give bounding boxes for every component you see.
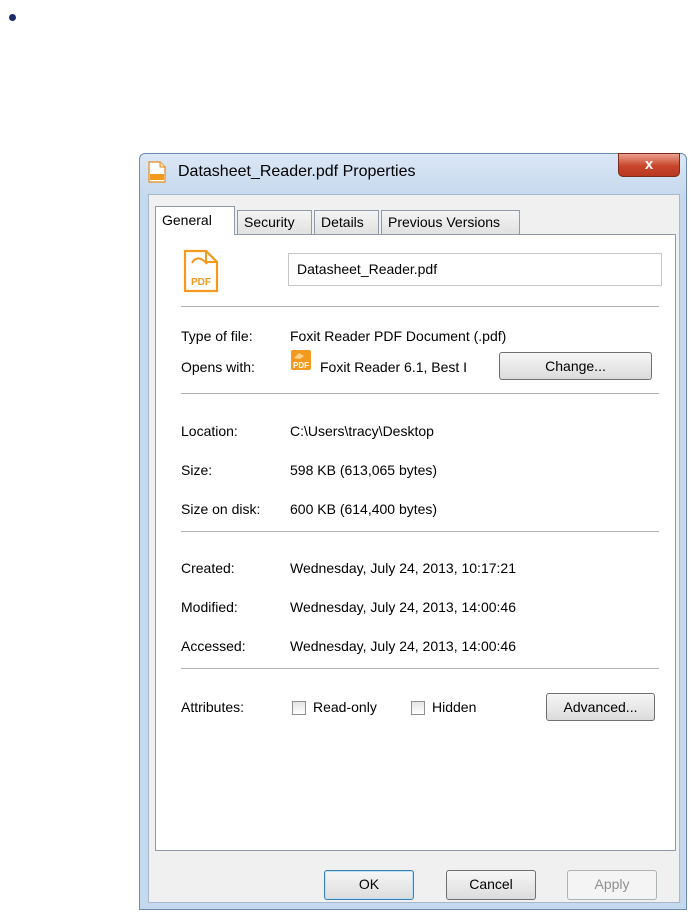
opens-with-label: Opens with:	[181, 359, 255, 375]
accessed-label: Accessed:	[181, 638, 246, 654]
svg-text:PDF: PDF	[293, 361, 309, 370]
change-button[interactable]: Change...	[499, 352, 652, 380]
read-only-label[interactable]: Read-only	[313, 699, 377, 715]
size-on-disk-value: 600 KB (614,400 bytes)	[290, 501, 438, 517]
tab-security[interactable]: Security	[237, 210, 312, 234]
window-title: Datasheet_Reader.pdf Properties	[178, 163, 416, 180]
tab-general[interactable]: General	[155, 206, 235, 235]
size-value: 598 KB (613,065 bytes)	[290, 462, 438, 478]
size-label: Size:	[181, 462, 213, 478]
divider	[181, 393, 659, 394]
tab-previous-versions[interactable]: Previous Versions	[381, 210, 520, 234]
type-of-file-value: Foxit Reader PDF Document (.pdf)	[290, 328, 507, 344]
hidden-label[interactable]: Hidden	[432, 699, 476, 715]
created-value: Wednesday, July 24, 2013, 10:17:21	[290, 560, 516, 576]
hidden-checkbox[interactable]	[411, 701, 425, 715]
advanced-button[interactable]: Advanced...	[546, 693, 655, 721]
attributes-label: Attributes:	[181, 699, 245, 715]
title-bar[interactable]: Datasheet_Reader.pdf Properties x	[140, 153, 686, 194]
location-label: Location:	[181, 423, 238, 439]
pdf-document-icon: PDF	[183, 249, 219, 293]
svg-text:PDF: PDF	[191, 277, 211, 288]
divider	[181, 668, 659, 669]
ok-button[interactable]: OK	[324, 870, 414, 900]
dialog-body: General Security Details Previous Versio…	[148, 194, 680, 903]
modified-value: Wednesday, July 24, 2013, 14:00:46	[290, 599, 516, 615]
accessed-value: Wednesday, July 24, 2013, 14:00:46	[290, 638, 516, 654]
location-value: C:\Users\tracy\Desktop	[290, 423, 434, 439]
foxit-reader-icon: PDF	[291, 350, 311, 370]
apply-button[interactable]: Apply	[567, 870, 657, 900]
cancel-button[interactable]: Cancel	[446, 870, 536, 900]
opens-with-value: Foxit Reader 6.1, Best I	[320, 359, 468, 375]
general-panel: PDF Datasheet_Reader.pdf Type of file: F…	[155, 234, 676, 851]
read-only-checkbox[interactable]	[292, 701, 306, 715]
properties-dialog: Datasheet_Reader.pdf Properties x Genera…	[139, 153, 687, 910]
bullet-point	[9, 14, 16, 21]
created-label: Created:	[181, 560, 235, 576]
file-name-input[interactable]: Datasheet_Reader.pdf	[288, 253, 662, 286]
type-of-file-label: Type of file:	[181, 328, 253, 344]
divider	[181, 306, 659, 307]
close-button[interactable]: x	[618, 153, 680, 177]
divider	[181, 531, 659, 532]
modified-label: Modified:	[181, 599, 238, 615]
pdf-file-icon	[148, 161, 166, 183]
size-on-disk-label: Size on disk:	[181, 501, 261, 517]
tab-details[interactable]: Details	[314, 210, 379, 234]
